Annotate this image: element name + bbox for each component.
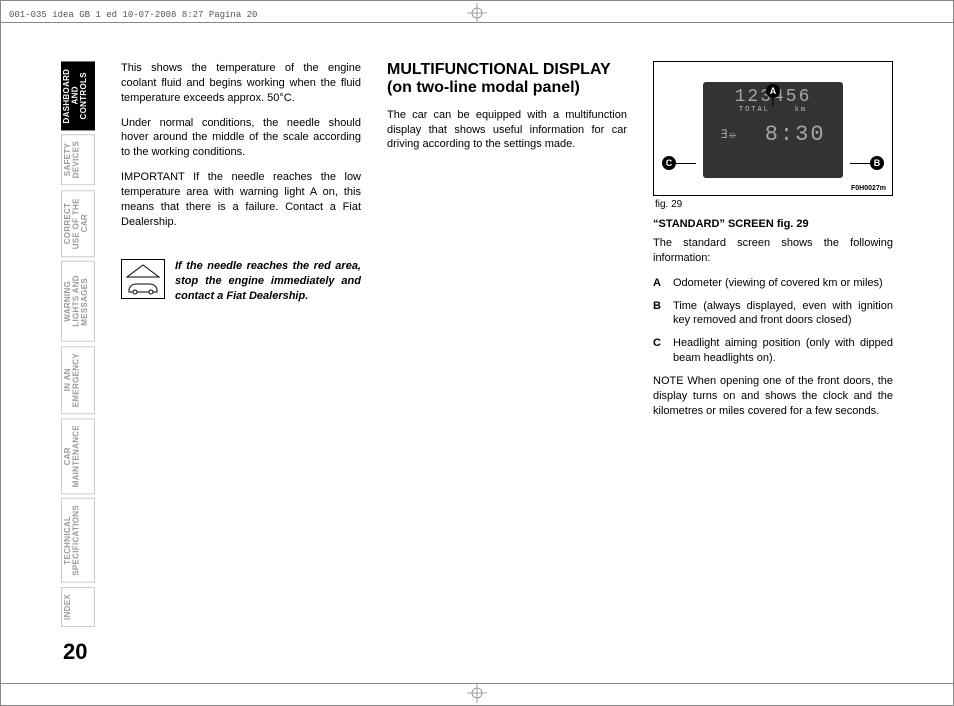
figure-caption: fig. 29 (655, 199, 893, 210)
note-text: NOTE When opening one of the front doors… (653, 374, 893, 419)
column-1: This shows the temperature of the engine… (121, 61, 361, 665)
tab-car-maintenance: CAR MAINTENANCE (61, 418, 95, 494)
callout-a: A (766, 84, 780, 98)
warning-block: If the needle reaches the red area, stop… (121, 259, 361, 304)
tab-dashboard-and-controls: DASHBOARD AND CONTROLS (61, 61, 95, 130)
callout-c: C (662, 156, 676, 170)
list-item: A Odometer (viewing of covered km or mil… (653, 276, 893, 291)
registration-mark-icon (467, 3, 487, 23)
important-failure-text: IMPORTANT If the needle reaches the low … (121, 170, 361, 229)
list-text-b: Time (always displayed, even with igniti… (673, 299, 893, 329)
list-label-a: A (653, 276, 665, 291)
odometer-labels: TOTAL km (707, 106, 839, 114)
odometer-label-km: km (795, 106, 807, 114)
tab-safety-devices: SAFETY DEVICES (61, 134, 95, 185)
multifunction-display-intro: The car can be equipped with a multifunc… (387, 108, 627, 153)
standard-screen-intro: The standard screen shows the following … (653, 236, 893, 266)
odometer-label-total: TOTAL (739, 106, 770, 114)
tab-correct-use-of-the-car: CORRECT USE OF THE CAR (61, 190, 95, 257)
headlight-aim-icon: ∃⦵ (720, 127, 737, 142)
registration-mark-icon (467, 683, 487, 703)
list-text-a: Odometer (viewing of covered km or miles… (673, 276, 883, 291)
tab-in-an-emergency: IN AN EMERGENCY (61, 346, 95, 414)
list-item: B Time (always displayed, even with igni… (653, 299, 893, 329)
callout-line (773, 98, 774, 106)
callout-line (850, 163, 870, 164)
list-text-c: Headlight aiming position (only with dip… (673, 336, 893, 366)
column-2: MULTIFUNCTIONAL DISPLAY (on two-line mod… (387, 61, 627, 665)
multifunctional-display-heading: MULTIFUNCTIONAL DISPLAY (on two-line mod… (387, 61, 627, 98)
figure-29: A C B 123456 TOTAL km ∃⦵ (653, 61, 893, 196)
coolant-temp-description: This shows the temperature of the engine… (121, 61, 361, 106)
page-number: 20 (61, 639, 97, 665)
list-label-b: B (653, 299, 665, 329)
tab-technical-specs: TECHNICAL SPECIFICATIONS (61, 498, 95, 583)
standard-screen-heading: “STANDARD” SCREEN fig. 29 (653, 218, 893, 230)
callout-b: B (870, 156, 884, 170)
crop-header: 001-035 idea GB 1 ed 10-07-2008 8:27 Pag… (9, 10, 257, 20)
column-3: A C B 123456 TOTAL km ∃⦵ (653, 61, 893, 665)
normal-conditions-text: Under normal conditions, the needle shou… (121, 116, 361, 161)
clock-value: 8:30 (765, 122, 826, 147)
warning-car-icon (121, 259, 165, 299)
figure-reference: F0H0027m (851, 185, 886, 192)
tab-index: INDEX (61, 587, 95, 627)
callout-line (676, 163, 696, 164)
tab-warning-lights: WARNING LIGHTS AND MESSAGES (61, 261, 95, 342)
list-item: C Headlight aiming position (only with d… (653, 336, 893, 366)
list-label-c: C (653, 336, 665, 366)
warning-text: If the needle reaches the red area, stop… (175, 259, 361, 304)
section-tabs: DASHBOARD AND CONTROLS SAFETY DEVICES CO… (61, 61, 95, 665)
